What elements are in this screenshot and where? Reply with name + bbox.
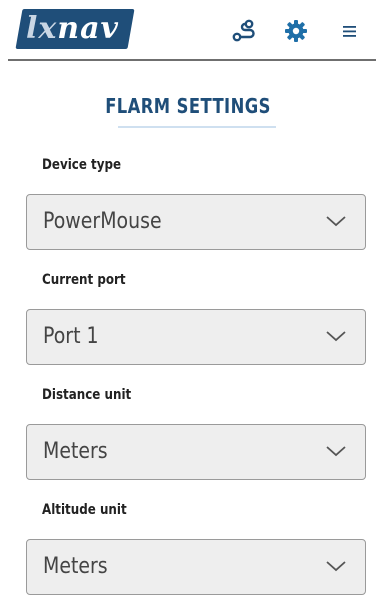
distance-unit-select[interactable]: Meters — [26, 424, 366, 480]
current-port-select[interactable]: Port 1 — [26, 309, 366, 365]
chevron-down-icon — [326, 331, 346, 342]
header-divider — [8, 59, 376, 61]
logo-prefix: lx — [26, 11, 58, 46]
chevron-down-icon — [326, 216, 346, 227]
route-icon[interactable] — [230, 17, 258, 45]
distance-unit-value: Meters — [43, 439, 108, 464]
altitude-unit-label: Altitude unit — [42, 502, 127, 518]
chevron-down-icon — [326, 446, 346, 457]
chevron-down-icon — [326, 561, 346, 572]
device-type-value: PowerMouse — [43, 209, 162, 234]
altitude-unit-select[interactable]: Meters — [26, 539, 366, 595]
current-port-label: Current port — [42, 272, 126, 288]
hamburger-menu-icon[interactable] — [336, 17, 364, 45]
title-underline — [118, 126, 276, 128]
gear-icon[interactable] — [282, 17, 310, 45]
device-type-select[interactable]: PowerMouse — [26, 194, 366, 250]
device-type-label: Device type — [42, 157, 122, 173]
altitude-unit-value: Meters — [43, 554, 108, 579]
logo-suffix: nav — [57, 11, 119, 46]
current-port-value: Port 1 — [43, 324, 99, 349]
top-bar: lxnav — [0, 0, 376, 61]
page-title: FLARM SETTINGS — [105, 94, 271, 118]
logo-text: lxnav — [26, 10, 119, 48]
distance-unit-label: Distance unit — [42, 387, 132, 403]
